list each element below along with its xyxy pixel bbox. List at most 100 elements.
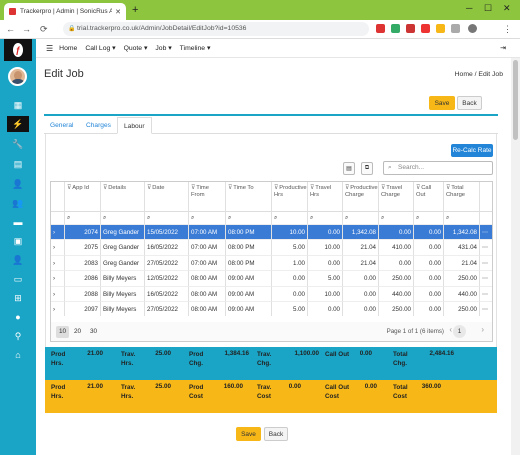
save-button-bottom[interactable]: Save bbox=[236, 427, 261, 441]
table-row[interactable]: › 2074 Greg Gander 15/05/2022 07:00 AM 08:00 … bbox=[51, 224, 492, 240]
back-button[interactable]: Back bbox=[457, 96, 482, 110]
filter-icon[interactable]: ⊽ bbox=[228, 185, 232, 191]
row-menu-icon[interactable]: ⋯ bbox=[480, 300, 492, 316]
filter-icon[interactable]: ⊽ bbox=[345, 185, 349, 191]
user-plus-icon[interactable]: 👤 bbox=[8, 252, 28, 268]
prev-page-icon[interactable]: ‹ bbox=[449, 325, 452, 334]
extension-icon[interactable] bbox=[391, 24, 400, 33]
page-scrollbar[interactable] bbox=[511, 58, 520, 455]
plug-alt-icon[interactable]: ⚲ bbox=[8, 328, 28, 344]
filter-search-icon[interactable]: ⌕ bbox=[308, 211, 343, 224]
reload-icon[interactable]: ⟳ bbox=[40, 24, 48, 35]
plug-icon[interactable]: ⚡ bbox=[7, 116, 29, 132]
col-header[interactable]: Time To bbox=[233, 185, 253, 191]
filter-search-icon[interactable]: ⌕ bbox=[272, 211, 308, 224]
save-button[interactable]: Save bbox=[429, 96, 455, 110]
filter-icon[interactable]: ⊽ bbox=[67, 185, 71, 191]
filter-icon[interactable]: ⊽ bbox=[310, 185, 314, 191]
col-header[interactable]: Productive Hrs bbox=[274, 185, 307, 198]
url-input[interactable]: 🔒 trial.trackerpro.co.uk/Admin/JobDetail… bbox=[63, 22, 369, 36]
hard-hat-icon[interactable]: ⌂ bbox=[8, 347, 28, 363]
filter-search-icon[interactable]: ⌕ bbox=[101, 211, 145, 224]
col-header[interactable]: Date bbox=[152, 185, 164, 191]
copy-icon[interactable]: ⧉ bbox=[361, 162, 373, 175]
users-icon[interactable]: 👥 bbox=[8, 195, 28, 211]
archive-icon[interactable]: ▬ bbox=[8, 214, 28, 230]
row-menu-icon[interactable]: ⋯ bbox=[480, 270, 492, 285]
calendar-icon[interactable]: ▣ bbox=[8, 233, 28, 249]
profile-icon[interactable] bbox=[468, 24, 477, 33]
browser-tab[interactable]: Trackerpro | Admin | SonicRus A ✕ bbox=[4, 3, 126, 20]
app-logo[interactable]: ƒ bbox=[4, 39, 32, 61]
filter-search-icon[interactable]: ⌕ bbox=[226, 211, 272, 224]
col-header[interactable]: Productive Charge bbox=[345, 185, 378, 198]
avatar[interactable] bbox=[8, 67, 27, 86]
filter-search-icon[interactable]: ⌕ bbox=[145, 211, 189, 224]
export-icon[interactable]: ▤ bbox=[343, 162, 355, 175]
monitor-icon[interactable]: ▭ bbox=[8, 271, 28, 287]
wrench-icon[interactable]: 🔧 bbox=[8, 136, 28, 152]
minimize-icon[interactable]: ─ bbox=[466, 3, 472, 13]
filter-search-icon[interactable]: ⌕ bbox=[65, 211, 101, 224]
page-size-20[interactable]: 20 bbox=[71, 326, 84, 338]
hamburger-menu-icon[interactable]: ☰ bbox=[46, 44, 53, 53]
row-menu-icon[interactable]: ⋯ bbox=[480, 254, 492, 270]
filter-icon[interactable]: ⊽ bbox=[191, 185, 195, 191]
browser-menu-icon[interactable]: ⋮ bbox=[503, 24, 512, 35]
table-row[interactable]: › 2075 Greg Gander 16/05/2022 07:00 AM 08:00 … bbox=[51, 239, 492, 255]
expand-row-icon[interactable]: › bbox=[51, 285, 65, 301]
maximize-icon[interactable]: ☐ bbox=[484, 3, 492, 14]
filter-search-icon[interactable]: ⌕ bbox=[444, 211, 480, 224]
filter-icon[interactable]: ⊽ bbox=[381, 185, 385, 191]
filter-icon[interactable]: ⊽ bbox=[446, 185, 450, 191]
extension-icon[interactable] bbox=[406, 24, 415, 33]
nav-quote[interactable]: Quote ▾ bbox=[124, 44, 148, 52]
extension-icon[interactable] bbox=[436, 24, 445, 33]
expand-row-icon[interactable]: › bbox=[51, 300, 65, 317]
nav-home[interactable]: Home bbox=[59, 45, 77, 52]
back-arrow-icon[interactable]: ← bbox=[6, 24, 15, 34]
close-tab-icon[interactable]: ✕ bbox=[115, 8, 121, 16]
nav-job[interactable]: Job ▾ bbox=[155, 44, 171, 52]
col-header[interactable]: Details bbox=[108, 185, 126, 191]
filter-search-icon[interactable]: ⌕ bbox=[379, 211, 414, 224]
expand-row-icon[interactable]: › bbox=[51, 239, 65, 255]
user-edit-icon[interactable]: 👤 bbox=[8, 176, 28, 192]
filter-icon[interactable]: ⊽ bbox=[103, 185, 107, 191]
sitemap-icon[interactable]: ⊞ bbox=[8, 290, 28, 306]
tab-charges[interactable]: Charges bbox=[80, 117, 117, 134]
nav-timeline[interactable]: Timeline ▾ bbox=[180, 44, 211, 52]
row-menu-icon[interactable]: ⋯ bbox=[480, 224, 492, 239]
search-input[interactable]: ⌕ Search... bbox=[383, 161, 493, 175]
filter-search-icon[interactable]: ⌕ bbox=[189, 211, 226, 224]
map-marker-icon[interactable]: ● bbox=[8, 309, 28, 325]
next-page-icon[interactable]: › bbox=[481, 325, 484, 334]
logout-icon[interactable]: ⇥ bbox=[500, 44, 506, 52]
expand-row-icon[interactable]: › bbox=[51, 270, 65, 286]
page-number[interactable]: 1 bbox=[453, 325, 466, 338]
back-button-bottom[interactable]: Back bbox=[264, 427, 288, 441]
forward-arrow-icon[interactable]: → bbox=[22, 24, 31, 34]
table-row[interactable]: › 2097 Billy Meyers 27/05/2022 08:00 AM 09:00… bbox=[51, 300, 492, 317]
breadcrumb[interactable]: Home / Edit Job bbox=[455, 71, 503, 78]
tab-general[interactable]: General bbox=[44, 117, 79, 134]
row-menu-icon[interactable]: ⋯ bbox=[480, 285, 492, 301]
close-window-icon[interactable]: ✕ bbox=[503, 3, 511, 14]
nav-call-log[interactable]: Call Log ▾ bbox=[85, 44, 115, 52]
col-header[interactable]: App Id bbox=[72, 185, 89, 191]
row-menu-icon[interactable]: ⋯ bbox=[480, 239, 492, 254]
filter-icon[interactable]: ⊽ bbox=[416, 185, 420, 191]
table-row[interactable]: › 2088 Billy Meyers 16/05/2022 08:00 AM 09:00… bbox=[51, 285, 492, 301]
calculator-icon[interactable]: ▤ bbox=[8, 156, 28, 172]
expand-row-icon[interactable]: › bbox=[51, 224, 65, 240]
extension-icon[interactable] bbox=[376, 24, 385, 33]
page-size-10[interactable]: 10 bbox=[56, 326, 69, 338]
extension-icon[interactable] bbox=[451, 24, 460, 33]
recalc-rate-button[interactable]: Re-Calc Rate bbox=[451, 144, 493, 157]
tab-labour[interactable]: Labour bbox=[117, 117, 152, 134]
filter-search-icon[interactable]: ⌕ bbox=[414, 211, 444, 224]
expand-row-icon[interactable]: › bbox=[51, 254, 65, 271]
filter-icon[interactable]: ⊽ bbox=[147, 185, 151, 191]
filter-icon[interactable]: ⊽ bbox=[274, 185, 278, 191]
filter-search-icon[interactable]: ⌕ bbox=[343, 211, 379, 224]
